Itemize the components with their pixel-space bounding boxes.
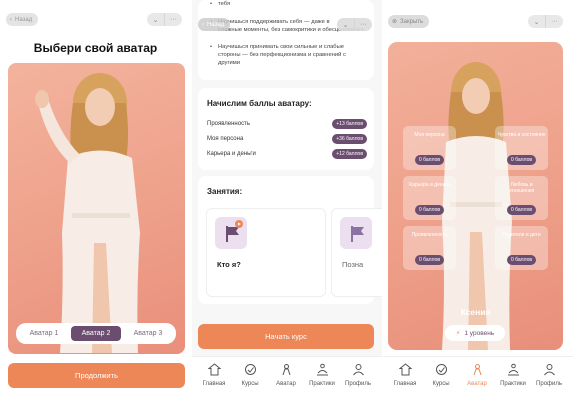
practices-icon: [316, 363, 328, 376]
back-button[interactable]: ‹ Назад: [6, 13, 39, 26]
tab-profile[interactable]: Профиль: [530, 363, 568, 387]
avatar-figure: [35, 73, 140, 353]
points-badge: +36 баллов: [332, 133, 367, 144]
avatar-segmented-control: Аватар 1 Аватар 2 Аватар 3: [16, 323, 176, 344]
points-title: Начислим баллы аватару:: [207, 99, 312, 108]
tab-avatar[interactable]: Аватар: [267, 363, 305, 387]
tab-home[interactable]: Главная: [386, 363, 424, 387]
window-controls: ⌄ ···: [147, 13, 182, 26]
start-course-button[interactable]: Начать курс: [198, 324, 374, 349]
points-row: Моя персона +36 баллов: [207, 133, 367, 144]
close-button[interactable]: ⊗ Закрыть: [388, 15, 430, 28]
stat-card[interactable]: Любовь и отношения 0 баллов: [495, 176, 548, 220]
level-badge[interactable]: ⚡ 1 уровень: [445, 325, 505, 341]
practices-icon: [507, 363, 519, 376]
back-button[interactable]: ‹ Назад: [198, 18, 231, 31]
benefit-item: Научишься принимать свои сильные и слабы…: [210, 43, 368, 67]
home-icon: [398, 363, 412, 376]
stat-card[interactable]: Моя персона 0 баллов: [403, 126, 456, 170]
points-badge: +13 баллов: [332, 118, 367, 129]
points-row: Проявленность +13 баллов: [207, 118, 367, 129]
benefit-item: тебя: [210, 0, 368, 8]
stat-card[interactable]: Чувства и состояние 0 баллов: [495, 126, 548, 170]
courses-icon: [435, 364, 447, 375]
lessons-title: Занятия:: [207, 187, 243, 196]
points-section: Начислим баллы аватару: Проявленность +13…: [198, 88, 374, 170]
tab-avatar[interactable]: Аватар: [458, 363, 496, 387]
tab-practices[interactable]: Практики: [494, 363, 532, 387]
avatar-option-2[interactable]: Аватар 2: [71, 326, 121, 341]
more-icon[interactable]: ···: [545, 15, 563, 28]
continue-button[interactable]: Продолжить: [8, 363, 185, 388]
tab-bar: Главная Курсы Аватар Практики Профиль: [192, 356, 382, 401]
lesson-card[interactable]: Позна: [331, 208, 382, 297]
more-icon[interactable]: ···: [164, 13, 182, 26]
lesson-card[interactable]: Кто я?: [206, 208, 326, 297]
avatar-select-screen: ‹ Назад ⌄ ··· Выбери свой аватар Аватар …: [0, 0, 191, 401]
lightning-icon: ⚡: [455, 330, 461, 337]
flag-icon: [215, 217, 247, 249]
avatar-profile-screen: ⊗ Закрыть ⌄ ··· Моя персона 0 баллов Чувс…: [383, 0, 573, 401]
chevron-down-icon[interactable]: ⌄: [337, 18, 354, 31]
course-benefits-block: тебя Научишься поддерживать себя — даже …: [198, 0, 374, 80]
window-controls: ⌄ ···: [337, 18, 372, 31]
avatar-icon: [473, 364, 481, 376]
tab-courses[interactable]: Курсы: [422, 363, 460, 387]
chevron-down-icon[interactable]: ⌄: [528, 15, 545, 28]
avatar-card: Моя персона 0 баллов Чувства и состояние 0…: [388, 42, 563, 350]
points-row: Карьера и деньги +12 баллов: [207, 148, 367, 159]
profile-icon: [352, 364, 364, 376]
avatar-option-1[interactable]: Аватар 1: [19, 326, 69, 341]
tab-practices[interactable]: Практики: [303, 363, 341, 387]
stat-card[interactable]: Родители и дети 0 баллов: [495, 226, 548, 270]
chevron-left-icon: ‹: [202, 21, 204, 28]
tab-profile[interactable]: Профиль: [339, 363, 377, 387]
avatar-name: Ксения: [460, 307, 491, 317]
points-badge: +12 баллов: [332, 148, 367, 159]
avatar-preview-card: [8, 63, 185, 354]
tab-home[interactable]: Главная: [195, 363, 233, 387]
close-icon: ⊗: [392, 19, 398, 25]
more-icon[interactable]: ···: [354, 18, 372, 31]
chevron-down-icon[interactable]: ⌄: [147, 13, 164, 26]
page-title: Выбери свой аватар: [33, 41, 158, 55]
home-icon: [207, 363, 221, 376]
avatar-option-3[interactable]: Аватар 3: [123, 326, 173, 341]
courses-icon: [244, 364, 256, 375]
course-detail-screen: тебя Научишься поддерживать себя — даже …: [192, 0, 382, 401]
flag-icon: [340, 217, 372, 249]
stat-card[interactable]: Проявленность 0 баллов: [403, 226, 456, 270]
chevron-left-icon: ‹: [10, 16, 12, 23]
avatar-icon: [282, 364, 290, 376]
stat-card[interactable]: Карьера и деньги 0 баллов: [403, 176, 456, 220]
lesson-name: Позна: [342, 260, 364, 269]
tab-courses[interactable]: Курсы: [231, 363, 269, 387]
window-controls: ⌄ ···: [528, 15, 563, 28]
lesson-name: Кто я?: [217, 260, 241, 269]
tab-bar: Главная Курсы Аватар Практики Профиль: [383, 356, 573, 401]
profile-icon: [543, 364, 555, 376]
